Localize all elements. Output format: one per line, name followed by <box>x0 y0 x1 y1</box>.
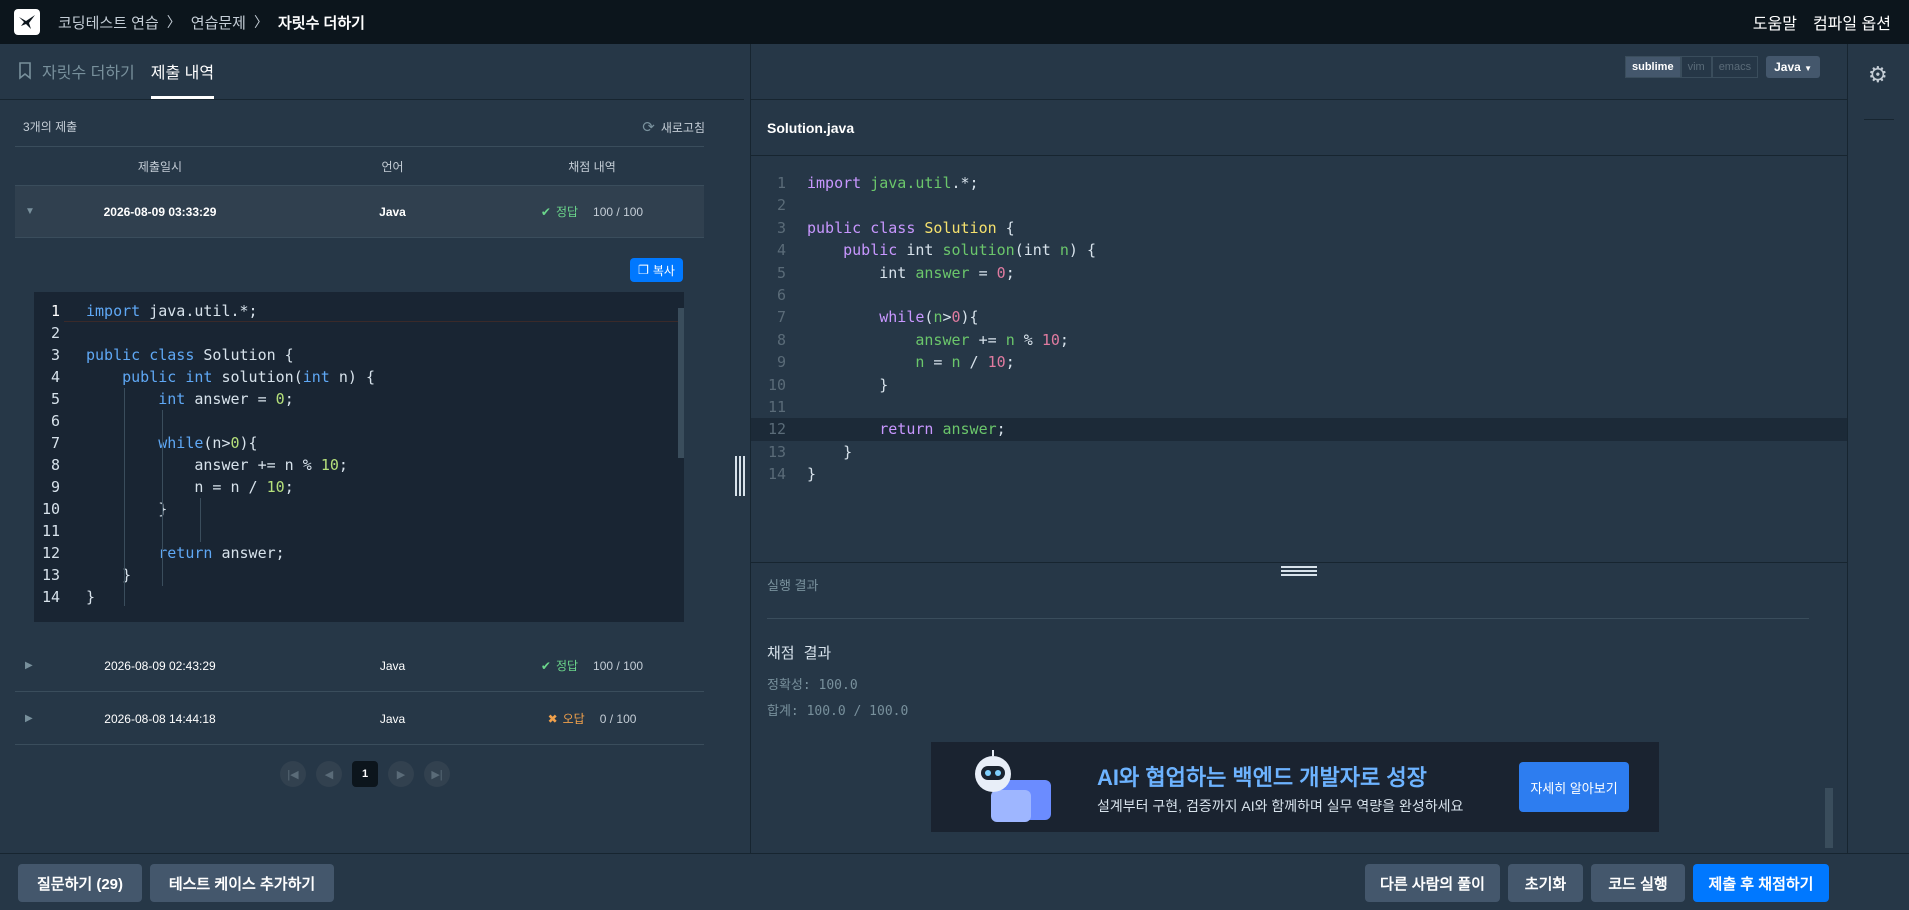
row-language: Java <box>379 204 406 219</box>
header-result: 채점 내역 <box>568 159 616 174</box>
result-scrollbar[interactable] <box>1825 788 1833 848</box>
check-circle-icon: ✔ <box>540 204 551 219</box>
refresh-button[interactable]: ⟳ 새로고침 <box>642 118 705 136</box>
copy-button[interactable]: ❐ 복사 <box>630 258 683 282</box>
editor-filename: Solution.java <box>751 100 1847 156</box>
result-title: 채점 결과 <box>767 644 832 662</box>
ad-title: AI와 협업하는 백엔드 개발자로 성장 <box>1097 765 1427 790</box>
header-date: 제출일시 <box>137 159 183 174</box>
caret-down-icon: ▼ <box>1804 64 1813 73</box>
compile-options-link[interactable]: 컴파일 옵션 <box>1813 10 1891 34</box>
editor-panel: Solution.java 1 import java.util.*; 2 3 pu… <box>750 44 1848 853</box>
vertical-splitter-handle[interactable] <box>735 456 745 496</box>
row-result: 오답 <box>562 712 585 726</box>
row-score: 100 / 100 <box>593 658 644 673</box>
ad-learn-more-button[interactable]: 자세히 알아보기 <box>1519 762 1629 812</box>
row-date: 2026-08-08 14:44:18 <box>104 711 216 726</box>
tab-problem[interactable]: 자릿수 더하기 <box>18 43 135 99</box>
help-link[interactable]: 도움말 <box>1753 10 1797 34</box>
row-date: 2026-08-09 02:43:29 <box>104 658 216 673</box>
run-result-header: 실행 결과 <box>751 562 1848 606</box>
bookmark-icon <box>19 62 31 80</box>
question-button[interactable]: 질문하기 (29) <box>18 864 142 902</box>
ad-banner[interactable]: AI와 협업하는 백엔드 개발자로 성장 설계부터 구현, 검증까지 AI와 함… <box>931 742 1659 832</box>
row-language: Java <box>379 658 406 673</box>
check-circle-icon: ✔ <box>540 658 551 673</box>
right-sidebar: ⚙ <box>1847 44 1909 853</box>
breadcrumb-item-coding-test[interactable]: 코딩테스트 연습 〉 <box>58 12 191 33</box>
refresh-icon: ⟳ <box>642 119 655 136</box>
run-result: 채점 결과 정확성: 100.0 합계: 100.0 / 100.0 <box>767 642 908 725</box>
submission-table-header: 제출일시 언어 채점 내역 <box>15 146 704 186</box>
language-select[interactable]: Java ▼ <box>1766 56 1821 78</box>
programmers-logo-icon[interactable] <box>14 9 40 35</box>
row-date: 2026-08-09 03:33:29 <box>103 204 217 219</box>
run-code-button[interactable]: 코드 실행 <box>1591 864 1685 902</box>
breadcrumb-current: 자릿수 더하기 <box>277 14 365 32</box>
editor-toolbar: sublime vim emacs Java ▼ <box>1625 56 1821 78</box>
row-result: 정답 <box>555 659 579 673</box>
copy-icon: ❐ <box>638 263 649 277</box>
submit-button[interactable]: 제출 후 채점하기 <box>1693 864 1829 902</box>
gear-icon[interactable]: ⚙ <box>1868 62 1888 88</box>
bottom-toolbar: 질문하기 (29) 테스트 케이스 추가하기 다른 사람의 풀이 초기화 코드 … <box>0 853 1909 910</box>
result-total: 합계: 100.0 / 100.0 <box>767 704 909 719</box>
keymap-sublime[interactable]: sublime <box>1625 56 1681 78</box>
next-page-icon[interactable]: ▶ <box>388 761 414 787</box>
first-page-icon[interactable]: |◀ <box>280 761 306 787</box>
page-button-current[interactable]: 1 <box>352 761 378 787</box>
other-solutions-button[interactable]: 다른 사람의 풀이 <box>1365 864 1500 902</box>
submitted-code-viewer[interactable]: 1 import java.util.*; 2 3 public class Sol… <box>34 292 684 622</box>
top-bar: 코딩테스트 연습 〉 연습문제 〉 자릿수 더하기 도움말 컴파일 옵션 <box>0 0 1909 44</box>
row-result: 정답 <box>555 205 579 219</box>
header-language: 언어 <box>381 159 404 174</box>
table-row[interactable]: ▼ 2026-08-09 03:33:29 Java ✔ 정답 100 / 100 <box>15 186 704 238</box>
table-row[interactable]: ▶ 2026-08-09 02:43:29 Java ✔ 정답 100 / 100 <box>15 640 704 692</box>
robot-illustration-icon <box>975 750 1051 822</box>
breadcrumb-item-practice[interactable]: 연습문제 〉 <box>191 12 278 33</box>
tab-submissions[interactable]: 제출 내역 <box>150 43 215 99</box>
code-scrollbar[interactable] <box>678 308 684 458</box>
row-language: Java <box>379 711 406 726</box>
reset-button[interactable]: 초기화 <box>1508 864 1583 902</box>
ad-subtitle: 설계부터 구현, 검증까지 AI와 함께하며 실무 역량을 완성하세요 <box>1097 798 1464 814</box>
prev-page-icon[interactable]: ◀ <box>316 761 342 787</box>
last-page-icon[interactable]: ▶| <box>424 761 450 787</box>
table-row[interactable]: ▶ 2026-08-08 14:44:18 Java ✖ 오답 0 / 100 <box>15 693 704 745</box>
keymap-emacs[interactable]: emacs <box>1711 56 1759 78</box>
code-editor[interactable]: 1 import java.util.*; 2 3 public class Sol… <box>751 172 1848 485</box>
keymap-vim[interactable]: vim <box>1680 56 1712 78</box>
result-accuracy: 정확성: 100.0 <box>767 678 858 693</box>
row-score: 100 / 100 <box>593 204 644 219</box>
x-circle-icon: ✖ <box>547 711 558 726</box>
add-test-case-button[interactable]: 테스트 케이스 추가하기 <box>150 864 334 902</box>
pagination: |◀ ◀ 1 ▶ ▶| <box>280 761 450 787</box>
row-score: 0 / 100 <box>599 711 637 726</box>
submission-count: 3개의 제출 <box>23 120 78 134</box>
